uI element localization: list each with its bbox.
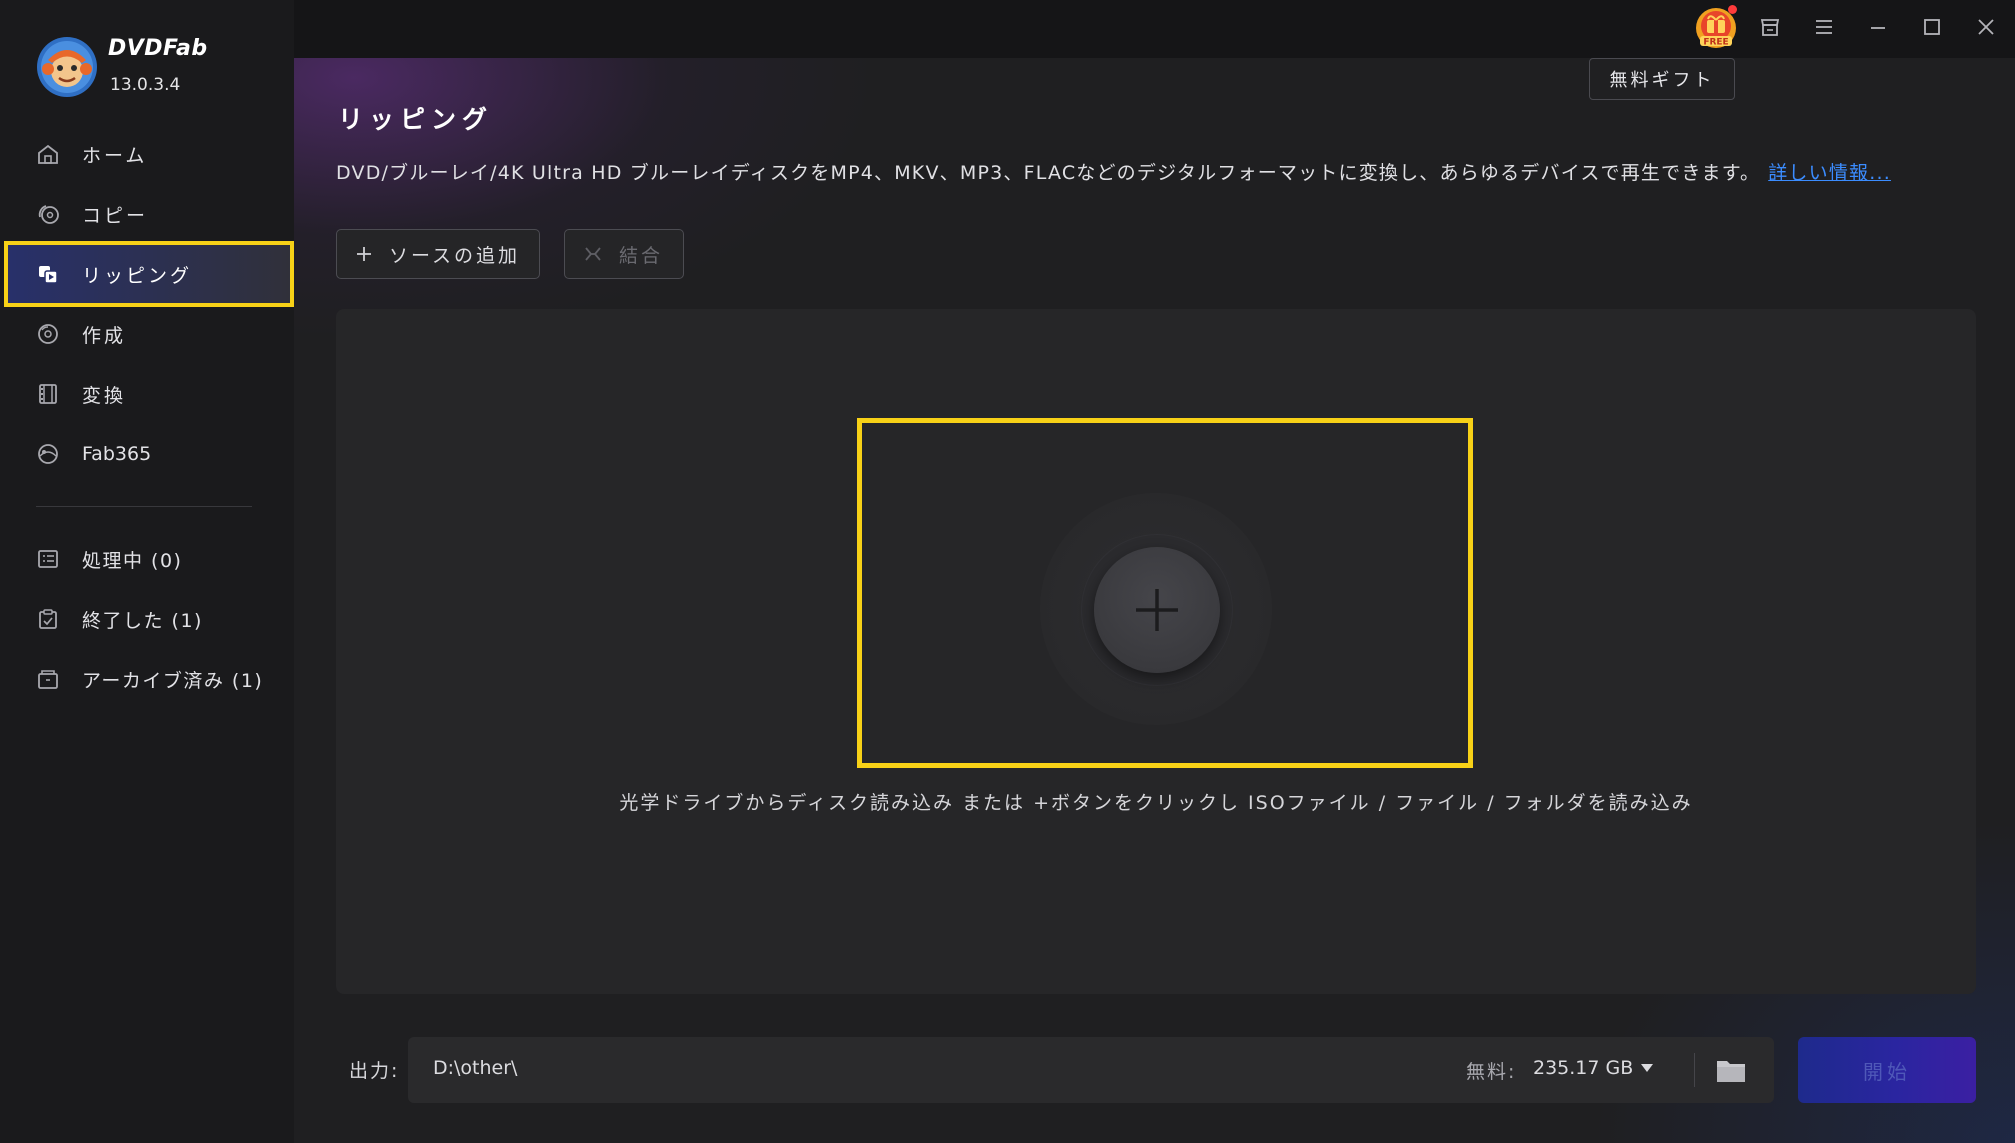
sidebar-item-processing[interactable]: 処理中 (0) bbox=[8, 530, 290, 588]
folder-icon[interactable] bbox=[1714, 1056, 1748, 1086]
merge-button[interactable]: 結合 bbox=[564, 229, 684, 279]
description-text: DVD/ブルーレイ/4K Ultra HD ブルーレイディスクをMP4、MKV、… bbox=[336, 162, 1761, 184]
gift-tooltip: 無料ギフト bbox=[1589, 58, 1735, 100]
output-label: 出力: bbox=[349, 1060, 400, 1082]
add-source-button[interactable]: ソースの追加 bbox=[336, 229, 540, 279]
ripper-icon bbox=[36, 262, 60, 286]
sidebar-item-finished[interactable]: 終了した (1) bbox=[8, 590, 290, 648]
shop-button[interactable] bbox=[1755, 12, 1785, 42]
output-path-value: D:\other\ bbox=[433, 1057, 518, 1079]
clipboard-check-icon bbox=[36, 607, 60, 631]
minimize-icon bbox=[1871, 27, 1885, 29]
creator-disc-icon bbox=[36, 322, 60, 346]
sidebar-item-fab365[interactable]: Fab365 bbox=[8, 425, 290, 483]
home-icon bbox=[36, 142, 60, 166]
sidebar-item-label: リッピング bbox=[82, 264, 193, 287]
maximize-icon bbox=[1924, 19, 1940, 35]
dvdfab-logo-icon bbox=[37, 37, 97, 97]
close-button[interactable] bbox=[1971, 12, 2001, 42]
plus-icon bbox=[357, 247, 371, 261]
app-version: 13.0.3.4 bbox=[110, 75, 181, 95]
sidebar-item-creator[interactable]: 作成 bbox=[8, 305, 290, 363]
app-brand: DVDFab bbox=[108, 36, 208, 61]
close-icon bbox=[1978, 19, 1994, 35]
sidebar-item-label: 終了した (1) bbox=[82, 609, 203, 632]
start-button[interactable]: 開始 bbox=[1798, 1037, 1976, 1103]
sidebar-item-home[interactable]: ホーム bbox=[8, 125, 290, 183]
caret-down-icon[interactable] bbox=[1640, 1063, 1654, 1073]
sidebar-item-label: 作成 bbox=[82, 324, 127, 347]
output-divider bbox=[1694, 1053, 1695, 1087]
film-icon bbox=[36, 382, 60, 406]
sidebar-item-copy[interactable]: コピー bbox=[8, 185, 290, 243]
free-badge-text: FREE bbox=[1703, 38, 1728, 48]
sidebar-divider bbox=[36, 506, 252, 507]
sidebar-item-label: ホーム bbox=[82, 144, 148, 167]
merge-icon bbox=[585, 247, 601, 261]
sidebar: DVDFab 13.0.3.4 ホーム コピー リッピング 作成 変換 Fab3… bbox=[0, 0, 294, 1143]
merge-label: 結合 bbox=[619, 244, 664, 267]
sidebar-item-label: コピー bbox=[82, 204, 149, 227]
sidebar-item-converter[interactable]: 変換 bbox=[8, 365, 290, 423]
fab365-icon bbox=[36, 442, 60, 466]
sidebar-item-label: 変換 bbox=[82, 384, 127, 407]
sidebar-item-archived[interactable]: アーカイブ済み (1) bbox=[8, 650, 290, 708]
sidebar-item-label: Fab365 bbox=[82, 443, 152, 465]
add-source-label: ソースの追加 bbox=[389, 244, 521, 267]
notification-dot bbox=[1728, 5, 1737, 14]
more-info-link[interactable]: 詳しい情報... bbox=[1768, 162, 1891, 184]
page-description: DVD/ブルーレイ/4K Ultra HD ブルーレイディスクをMP4、MKV、… bbox=[336, 158, 1891, 185]
page-title: リッピング bbox=[338, 105, 494, 134]
free-space-value: 235.17 GB bbox=[1533, 1057, 1634, 1079]
task-list-icon bbox=[36, 547, 60, 571]
sidebar-item-label: アーカイブ済み (1) bbox=[82, 669, 264, 692]
copy-disc-icon bbox=[36, 202, 60, 226]
sidebar-item-label: 処理中 (0) bbox=[82, 549, 183, 572]
drop-hint-text: 光学ドライブからディスク読み込み または +ボタンをクリックし ISOファイル … bbox=[619, 792, 1693, 814]
free-space-label: 無料: bbox=[1466, 1061, 1517, 1083]
shop-icon bbox=[1760, 19, 1780, 36]
drop-zone-highlight bbox=[857, 418, 1473, 768]
maximize-button[interactable] bbox=[1917, 12, 1947, 42]
sidebar-item-ripper[interactable]: リッピング bbox=[4, 241, 294, 307]
archive-box-icon bbox=[36, 667, 60, 691]
minimize-button[interactable] bbox=[1863, 12, 1893, 42]
menu-icon bbox=[1816, 20, 1832, 34]
menu-button[interactable] bbox=[1809, 12, 1839, 42]
